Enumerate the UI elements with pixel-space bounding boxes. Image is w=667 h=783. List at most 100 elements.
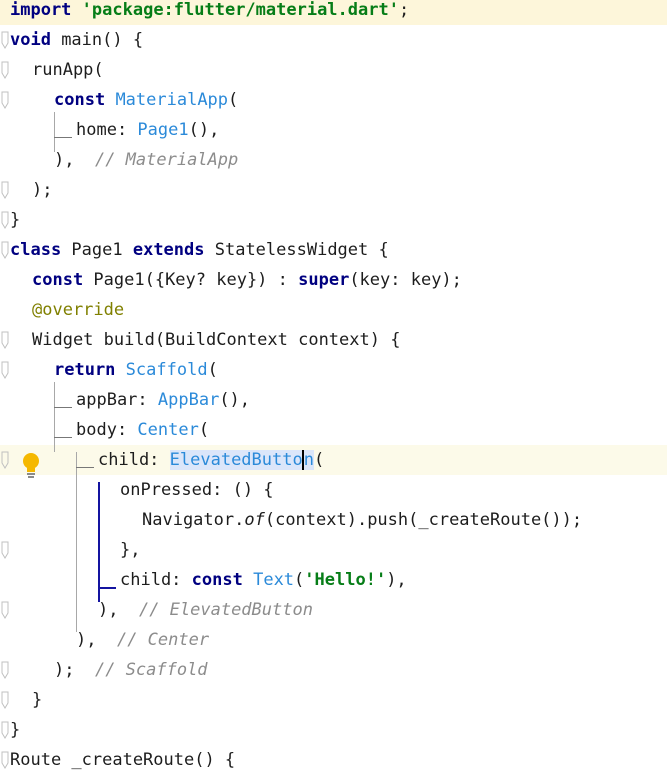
code-text: onPressed: () { — [120, 475, 274, 505]
code-line[interactable]: } — [0, 205, 667, 235]
fold-marker-icon[interactable] — [0, 205, 12, 235]
fold-marker-icon[interactable] — [0, 355, 12, 385]
code-token: Route _createRoute() { — [10, 750, 236, 770]
code-line[interactable]: child: ElevatedButton( — [0, 445, 667, 475]
fold-marker-icon[interactable] — [0, 685, 12, 715]
fold-marker-icon[interactable] — [0, 25, 12, 55]
code-text: ), // MaterialApp — [54, 145, 238, 175]
code-line[interactable]: Route _createRoute() { — [0, 745, 667, 775]
code-text: Route _createRoute() { — [10, 745, 235, 775]
code-line[interactable]: const MaterialApp( — [0, 85, 667, 115]
indent-guide — [76, 452, 77, 632]
code-line[interactable]: Navigator.of(context).push(_createRoute(… — [0, 505, 667, 535]
fold-marker-icon[interactable] — [0, 745, 12, 775]
code-text: } — [32, 685, 42, 715]
code-token: }, — [120, 540, 141, 560]
code-token: Page1 — [137, 120, 189, 140]
code-line[interactable]: runApp( — [0, 55, 667, 85]
code-line[interactable]: @override — [0, 295, 667, 325]
indent-guide-tick — [54, 137, 72, 138]
code-token: ), — [54, 150, 95, 170]
lightbulb-icon[interactable] — [21, 452, 41, 478]
code-token: Page1({Key? key}) : — [83, 270, 299, 290]
fold-marker-icon[interactable] — [0, 325, 12, 355]
code-token: body: — [76, 420, 138, 440]
code-line[interactable]: Widget build(BuildContext context) { — [0, 325, 667, 355]
code-token: ), — [76, 630, 117, 650]
code-token: const — [191, 570, 243, 590]
fold-marker-icon[interactable] — [0, 235, 12, 265]
code-text: void main() { — [10, 25, 143, 55]
code-token: const — [32, 270, 84, 290]
fold-marker-icon[interactable] — [0, 445, 12, 475]
code-text: ); // Scaffold — [54, 655, 208, 685]
code-text: child: ElevatedButton( — [98, 445, 324, 475]
indent-guide-tick — [98, 587, 116, 589]
code-text: @override — [32, 295, 124, 325]
code-token: Center — [137, 420, 199, 440]
code-line[interactable]: const Page1({Key? key}) : super(key: key… — [0, 265, 667, 295]
code-token: AppBar — [157, 390, 220, 410]
code-token: ); — [54, 660, 95, 680]
code-text: home: Page1(), — [76, 115, 219, 145]
code-text: return Scaffold( — [54, 355, 218, 385]
fold-marker-icon[interactable] — [0, 85, 12, 115]
code-token: class — [10, 240, 62, 260]
code-line[interactable]: ), // MaterialApp — [0, 145, 667, 175]
code-token: Scaffold — [125, 360, 208, 380]
fold-marker-icon[interactable] — [0, 535, 12, 565]
code-token: (key: key); — [349, 270, 462, 290]
code-line[interactable]: ), // Center — [0, 625, 667, 655]
code-token: // MaterialApp — [94, 150, 239, 170]
code-line[interactable]: return Scaffold( — [0, 355, 667, 385]
code-token: main() { — [50, 30, 144, 50]
code-token: Widget build(BuildContext context) { — [32, 330, 401, 350]
code-line[interactable]: onPressed: () { — [0, 475, 667, 505]
code-text: const MaterialApp( — [54, 85, 238, 115]
code-token: ( — [207, 360, 218, 380]
fold-marker-icon[interactable] — [0, 175, 12, 205]
code-token: extends — [132, 240, 205, 260]
fold-marker-icon[interactable] — [0, 715, 12, 745]
code-line[interactable]: ); — [0, 175, 667, 205]
code-token: onPressed: () { — [120, 480, 274, 500]
code-text: appBar: AppBar(), — [76, 385, 250, 415]
fold-marker-icon[interactable] — [0, 595, 12, 625]
indent-guide — [54, 382, 55, 452]
code-token: Navigator. — [142, 510, 245, 530]
code-text: const Page1({Key? key}) : super(key: key… — [32, 265, 462, 295]
indent-guide-tick — [54, 407, 72, 408]
code-token: (context).push(_createRoute()); — [264, 510, 583, 530]
code-token: appBar: — [76, 390, 158, 410]
code-line[interactable]: home: Page1(), — [0, 115, 667, 145]
code-line[interactable]: appBar: AppBar(), — [0, 385, 667, 415]
code-token: Page1 — [61, 240, 133, 260]
code-line[interactable]: } — [0, 685, 667, 715]
code-token: ), — [98, 600, 139, 620]
fold-marker-icon[interactable] — [0, 55, 12, 85]
code-line[interactable]: void main() { — [0, 25, 667, 55]
indent-guide — [54, 112, 55, 152]
fold-marker-icon[interactable] — [0, 655, 12, 685]
code-line[interactable]: ), // ElevatedButton — [0, 595, 667, 625]
code-line[interactable]: child: const Text('Hello!'), — [0, 565, 667, 595]
code-token: const — [54, 90, 106, 110]
code-token: child: — [120, 570, 192, 590]
code-text: Navigator.of(context).push(_createRoute(… — [142, 505, 582, 535]
code-text: import 'package:flutter/material.dart'; — [10, 0, 409, 25]
code-token: ( — [228, 90, 239, 110]
code-text: ), // Center — [76, 625, 209, 655]
code-line[interactable]: }, — [0, 535, 667, 565]
code-editor[interactable]: import 'package:flutter/material.dart'; v… — [0, 0, 667, 783]
code-line[interactable]: class Page1 extends StatelessWidget { — [0, 235, 667, 265]
code-token: super — [298, 270, 350, 290]
code-line[interactable]: ); // Scaffold — [0, 655, 667, 685]
code-line[interactable]: body: Center( — [0, 415, 667, 445]
code-line[interactable]: } — [0, 715, 667, 745]
code-token: @override — [32, 300, 125, 320]
code-token: ( — [198, 420, 210, 440]
code-token: (), — [219, 390, 251, 410]
code-token: of — [244, 510, 265, 530]
code-line[interactable]: import 'package:flutter/material.dart'; — [0, 0, 667, 25]
